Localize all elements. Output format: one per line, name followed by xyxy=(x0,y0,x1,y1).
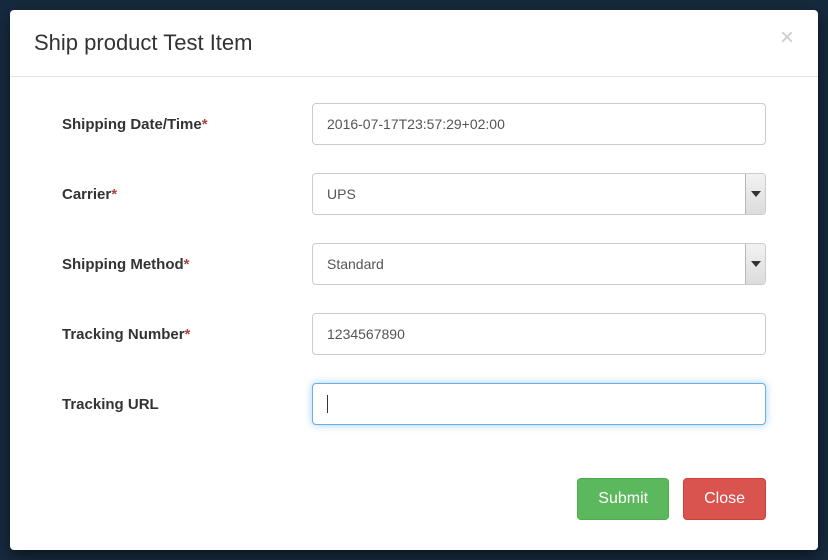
label-shipping-date: Shipping Date/Time* xyxy=(62,116,312,133)
row-shipping-date: Shipping Date/Time* xyxy=(62,103,766,145)
modal-footer: Submit Close xyxy=(10,478,818,550)
submit-button[interactable]: Submit xyxy=(577,478,669,520)
input-col xyxy=(312,383,766,425)
shipping-method-value: Standard xyxy=(313,256,745,272)
tracking-number-field[interactable] xyxy=(312,313,766,355)
input-col xyxy=(312,313,766,355)
required-marker: * xyxy=(111,186,117,203)
input-col xyxy=(312,103,766,145)
input-col: UPS xyxy=(312,173,766,215)
modal-body: Shipping Date/Time* Carrier* UPS xyxy=(10,77,818,478)
text-cursor xyxy=(327,395,328,413)
shipping-method-select[interactable]: Standard xyxy=(312,243,766,285)
label-text: Shipping Date/Time xyxy=(62,116,202,133)
row-carrier: Carrier* UPS xyxy=(62,173,766,215)
label-tracking-number: Tracking Number* xyxy=(62,326,312,343)
carrier-value: UPS xyxy=(313,186,745,202)
row-shipping-method: Shipping Method* Standard xyxy=(62,243,766,285)
row-tracking-url: Tracking URL xyxy=(62,383,766,425)
modal-backdrop: Ship product Test Item × Shipping Date/T… xyxy=(0,0,828,560)
label-carrier: Carrier* xyxy=(62,186,312,203)
required-marker: * xyxy=(184,256,190,273)
required-marker: * xyxy=(185,326,191,343)
label-tracking-url: Tracking URL xyxy=(62,396,312,413)
shipping-date-field[interactable] xyxy=(312,103,766,145)
label-shipping-method: Shipping Method* xyxy=(62,256,312,273)
tracking-url-field[interactable] xyxy=(312,383,766,425)
label-text: Carrier xyxy=(62,186,111,203)
ship-product-modal: Ship product Test Item × Shipping Date/T… xyxy=(10,10,818,550)
required-marker: * xyxy=(202,116,208,133)
modal-header: Ship product Test Item × xyxy=(10,10,818,77)
input-col: Standard xyxy=(312,243,766,285)
chevron-down-icon xyxy=(745,244,765,284)
label-text: Tracking Number xyxy=(62,326,185,343)
close-icon[interactable]: × xyxy=(780,26,794,50)
row-tracking-number: Tracking Number* xyxy=(62,313,766,355)
close-button[interactable]: Close xyxy=(683,478,766,520)
label-text: Tracking URL xyxy=(62,396,159,413)
modal-title: Ship product Test Item xyxy=(34,30,253,56)
chevron-down-icon xyxy=(745,174,765,214)
label-text: Shipping Method xyxy=(62,256,184,273)
carrier-select[interactable]: UPS xyxy=(312,173,766,215)
